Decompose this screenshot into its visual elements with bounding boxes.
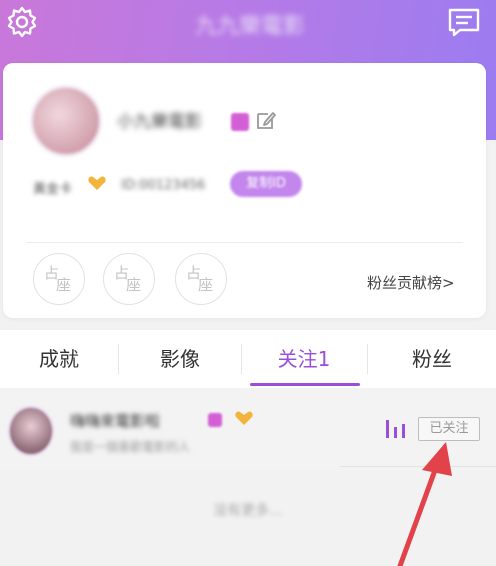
user-id: ID:00123456 [121,178,206,193]
divider [340,466,496,467]
list-item[interactable]: 嗨嗨來電影啦 我是一個喜歡電影的人 已关注 [0,390,496,470]
tab-achievements[interactable]: 成就 [0,330,118,388]
level-text: 黃金卡 [33,182,73,197]
fans-rank-link[interactable]: 粉丝贡献榜> [367,272,455,293]
badge-slot[interactable]: 占 座 [33,253,85,305]
edit-icon[interactable] [255,109,277,131]
badge-slot[interactable]: 占 座 [103,253,155,305]
copy-id-button[interactable]: 复制ID [230,171,302,197]
profile-card: 小九樂電影 黃金卡 ID:00123456 复制ID 占 座 占 座 占 座 粉… [3,63,486,318]
vip-badge-icon [231,113,249,131]
message-icon[interactable] [446,4,482,40]
followed-button[interactable]: 已关注 [418,417,480,441]
tab-following[interactable]: 关注1 [242,330,366,388]
user-name: 嗨嗨來電影啦 [70,412,161,430]
tab-fans[interactable]: 粉丝 [368,330,496,388]
header-title: 九九樂電影 [194,14,305,39]
vip-badge-icon [208,413,222,427]
nickname: 小九樂電影 [117,112,202,132]
user-bio: 我是一個喜歡電影的人 [70,440,191,454]
active-tab-indicator [250,383,360,386]
badge-char: 座 [198,276,214,294]
no-more-text: 没有更多... [213,503,283,519]
avatar[interactable] [30,85,102,157]
tab-videos[interactable]: 影像 [119,330,241,388]
heart-icon [235,411,253,425]
avatar[interactable] [8,406,54,456]
badge-slot[interactable]: 占 座 [175,253,227,305]
gear-icon[interactable] [4,4,40,40]
divider [27,242,463,243]
heart-icon [88,176,106,190]
badge-char: 座 [126,276,142,294]
bar-chart-icon[interactable] [384,418,408,438]
badge-char: 座 [56,276,72,294]
profile-tabs: 成就 影像 关注1 粉丝 [0,330,496,388]
